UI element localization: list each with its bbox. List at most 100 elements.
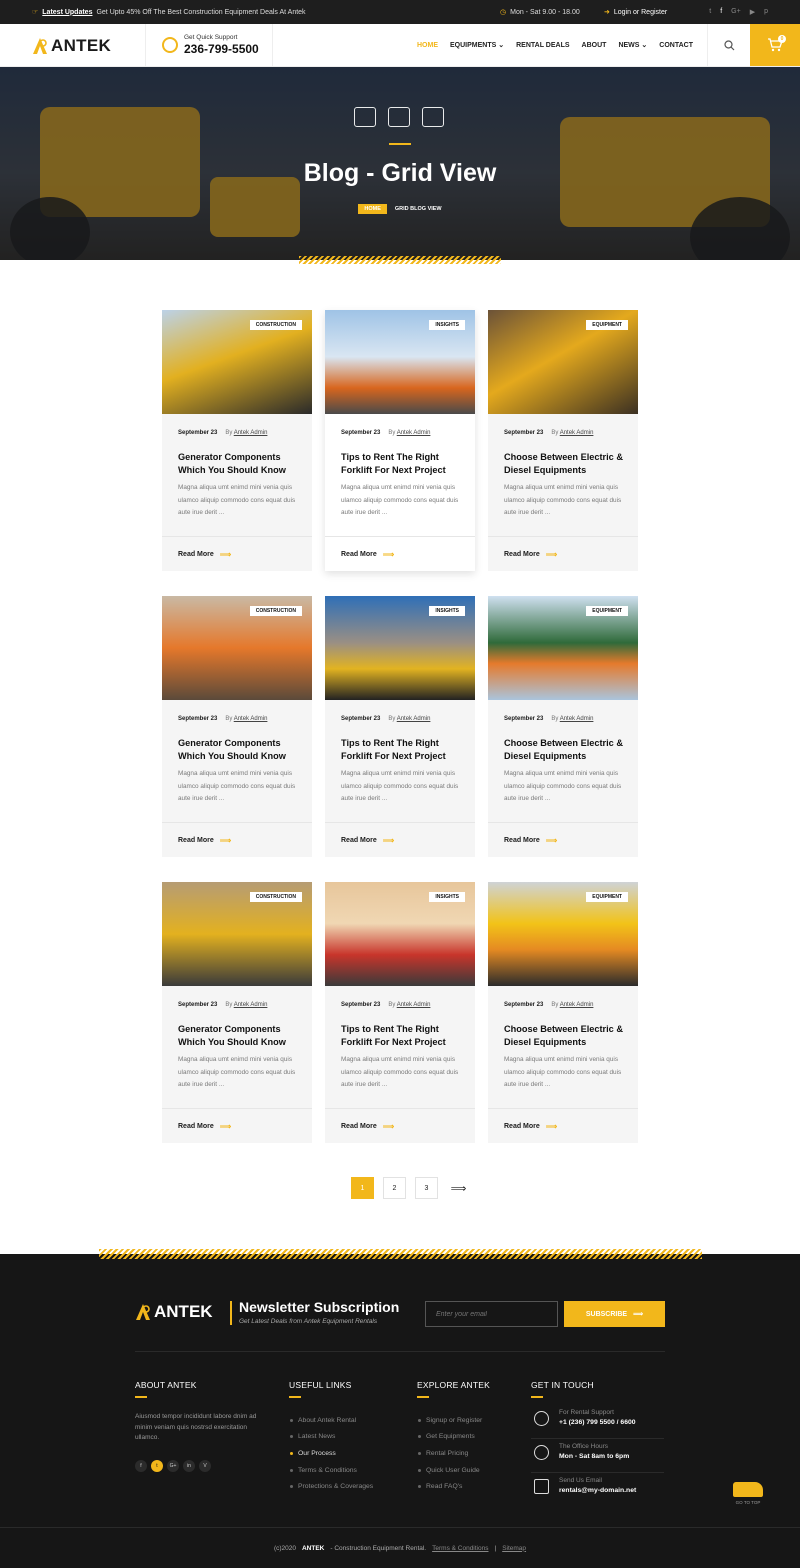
newsletter-email-input[interactable] bbox=[425, 1301, 558, 1327]
footer-link[interactable]: Terms & Conditions bbox=[290, 1462, 373, 1479]
pinterest-icon[interactable]: p bbox=[764, 8, 768, 16]
post-title[interactable]: Tips to Rent The Right Forklift For Next… bbox=[341, 1023, 465, 1049]
vimeo-icon[interactable]: V bbox=[199, 1460, 211, 1472]
read-more-link[interactable]: Read More ⟹ bbox=[488, 1108, 638, 1143]
footer-link[interactable]: Latest News bbox=[290, 1429, 373, 1446]
nav-home[interactable]: HOME bbox=[417, 42, 438, 49]
nav-about[interactable]: ABOUT bbox=[582, 42, 607, 49]
post-image[interactable]: CONSTRUCTION bbox=[162, 310, 312, 414]
post-category-badge[interactable]: EQUIPMENT bbox=[586, 320, 628, 330]
nav-contact[interactable]: CONTACT bbox=[659, 42, 693, 49]
post-title[interactable]: Generator Components Which You Should Kn… bbox=[178, 451, 302, 477]
footer-link[interactable]: Read FAQ's bbox=[418, 1478, 482, 1495]
cart-button[interactable]: 0 bbox=[750, 24, 800, 66]
post-author-link[interactable]: Antek Admin bbox=[397, 1002, 431, 1008]
read-more-link[interactable]: Read More ⟹ bbox=[488, 536, 638, 571]
post-category-badge[interactable]: INSIGHTS bbox=[429, 892, 465, 902]
blog-card[interactable]: EQUIPMENT September 23 By Antek Admin Choos… bbox=[488, 596, 638, 857]
post-author-link[interactable]: Antek Admin bbox=[560, 430, 594, 436]
blog-card[interactable]: CONSTRUCTION September 23 By Antek Admin Ge… bbox=[162, 596, 312, 857]
facebook-icon[interactable]: f bbox=[720, 8, 722, 16]
post-author-link[interactable]: Antek Admin bbox=[560, 1002, 594, 1008]
blog-card[interactable]: EQUIPMENT September 23 By Antek Admin Choos… bbox=[488, 882, 638, 1143]
read-more-link[interactable]: Read More ⟹ bbox=[162, 536, 312, 571]
post-author-link[interactable]: Antek Admin bbox=[560, 716, 594, 722]
subscribe-button[interactable]: SUBSCRIBE ⟹ bbox=[564, 1301, 665, 1327]
read-more-link[interactable]: Read More ⟹ bbox=[325, 822, 475, 857]
post-title[interactable]: Tips to Rent The Right Forklift For Next… bbox=[341, 451, 465, 477]
post-image[interactable]: EQUIPMENT bbox=[488, 310, 638, 414]
support-phone[interactable]: 236-799-5500 bbox=[184, 42, 259, 56]
post-category-badge[interactable]: EQUIPMENT bbox=[586, 892, 628, 902]
post-image[interactable]: INSIGHTS bbox=[325, 310, 475, 414]
footer-link[interactable]: Get Equipments bbox=[418, 1429, 482, 1446]
go-to-top-button[interactable]: GO TO TOP bbox=[733, 1482, 763, 1505]
post-author-link[interactable]: Antek Admin bbox=[234, 716, 268, 722]
site-logo[interactable]: ANTEK bbox=[32, 36, 111, 56]
footer-link[interactable]: Quick User Guide bbox=[418, 1462, 482, 1479]
page-2[interactable]: 2 bbox=[383, 1177, 406, 1199]
post-image[interactable]: CONSTRUCTION bbox=[162, 596, 312, 700]
facebook-icon[interactable]: f bbox=[135, 1460, 147, 1472]
footer-link[interactable]: About Antek Rental bbox=[290, 1412, 373, 1429]
blog-card[interactable]: INSIGHTS September 23 By Antek Admin Tips t… bbox=[325, 882, 475, 1143]
page-1[interactable]: 1 bbox=[351, 1177, 374, 1199]
footer-logo[interactable]: ANTEK bbox=[135, 1302, 213, 1322]
post-title[interactable]: Choose Between Electric & Diesel Equipme… bbox=[504, 1023, 628, 1049]
post-author-link[interactable]: Antek Admin bbox=[234, 1002, 268, 1008]
post-category-badge[interactable]: CONSTRUCTION bbox=[249, 892, 302, 902]
sitemap-link[interactable]: Sitemap bbox=[502, 1545, 526, 1552]
post-title[interactable]: Tips to Rent The Right Forklift For Next… bbox=[341, 737, 465, 763]
post-image[interactable]: INSIGHTS bbox=[325, 596, 475, 700]
post-image[interactable]: EQUIPMENT bbox=[488, 882, 638, 986]
youtube-icon[interactable]: ▶ bbox=[750, 8, 755, 16]
blog-card[interactable]: INSIGHTS September 23 By Antek Admin Tips t… bbox=[325, 596, 475, 857]
post-image[interactable]: CONSTRUCTION bbox=[162, 882, 312, 986]
breadcrumb-home[interactable]: HOME bbox=[358, 204, 387, 214]
post-author-link[interactable]: Antek Admin bbox=[397, 430, 431, 436]
linkedin-icon[interactable]: in bbox=[183, 1460, 195, 1472]
blog-card[interactable]: CONSTRUCTION September 23 By Antek Admin Ge… bbox=[162, 310, 312, 571]
post-category-badge[interactable]: INSIGHTS bbox=[429, 320, 465, 330]
twitter-icon[interactable]: t bbox=[151, 1460, 163, 1472]
post-image[interactable]: INSIGHTS bbox=[325, 882, 475, 986]
next-page-arrow-icon[interactable]: ⟹ bbox=[447, 1177, 470, 1199]
login-link[interactable]: ➜ Login or Register bbox=[604, 8, 667, 17]
post-title[interactable]: Generator Components Which You Should Kn… bbox=[178, 737, 302, 763]
post-title[interactable]: Generator Components Which You Should Kn… bbox=[178, 1023, 302, 1049]
latest-updates-label[interactable]: Latest Updates bbox=[42, 9, 92, 16]
read-more-link[interactable]: Read More ⟹ bbox=[488, 822, 638, 857]
read-more-link[interactable]: Read More ⟹ bbox=[162, 1108, 312, 1143]
read-more-link[interactable]: Read More ⟹ bbox=[325, 536, 475, 571]
google-plus-icon[interactable]: G+ bbox=[167, 1460, 179, 1472]
blog-card[interactable]: CONSTRUCTION September 23 By Antek Admin Ge… bbox=[162, 882, 312, 1143]
footer-link[interactable]: Protections & Coverages bbox=[290, 1478, 373, 1495]
post-author-link[interactable]: Antek Admin bbox=[234, 430, 268, 436]
nav-equipments[interactable]: EQUIPMENTS ⌄ bbox=[450, 41, 504, 49]
google-plus-icon[interactable]: G+ bbox=[731, 8, 741, 16]
post-category-badge[interactable]: INSIGHTS bbox=[429, 606, 465, 616]
search-button[interactable] bbox=[707, 24, 750, 66]
page-3[interactable]: 3 bbox=[415, 1177, 438, 1199]
footer-link[interactable]: Our Process bbox=[290, 1445, 373, 1462]
post-category-badge[interactable]: EQUIPMENT bbox=[586, 606, 628, 616]
twitter-icon[interactable]: t bbox=[709, 8, 711, 16]
post-title[interactable]: Choose Between Electric & Diesel Equipme… bbox=[504, 451, 628, 477]
contact-value[interactable]: rentals@my-domain.net bbox=[559, 1487, 636, 1494]
post-category-badge[interactable]: CONSTRUCTION bbox=[249, 320, 302, 330]
post-title[interactable]: Choose Between Electric & Diesel Equipme… bbox=[504, 737, 628, 763]
blog-card[interactable]: EQUIPMENT September 23 By Antek Admin Choos… bbox=[488, 310, 638, 571]
blog-card[interactable]: INSIGHTS September 23 By Antek Admin Tips t… bbox=[325, 310, 475, 571]
contact-value[interactable]: +1 (236) 799 5500 / 6600 bbox=[559, 1419, 636, 1426]
post-author-link[interactable]: Antek Admin bbox=[397, 716, 431, 722]
nav-rental-deals[interactable]: RENTAL DEALS bbox=[516, 42, 569, 49]
terms-link[interactable]: Terms & Conditions bbox=[432, 1545, 488, 1552]
login-text[interactable]: Login or Register bbox=[614, 9, 667, 16]
post-image[interactable]: EQUIPMENT bbox=[488, 596, 638, 700]
footer-link[interactable]: Rental Pricing bbox=[418, 1445, 482, 1462]
footer-link[interactable]: Signup or Register bbox=[418, 1412, 482, 1429]
nav-news[interactable]: NEWS ⌄ bbox=[618, 41, 647, 49]
read-more-link[interactable]: Read More ⟹ bbox=[162, 822, 312, 857]
post-category-badge[interactable]: CONSTRUCTION bbox=[249, 606, 302, 616]
read-more-link[interactable]: Read More ⟹ bbox=[325, 1108, 475, 1143]
